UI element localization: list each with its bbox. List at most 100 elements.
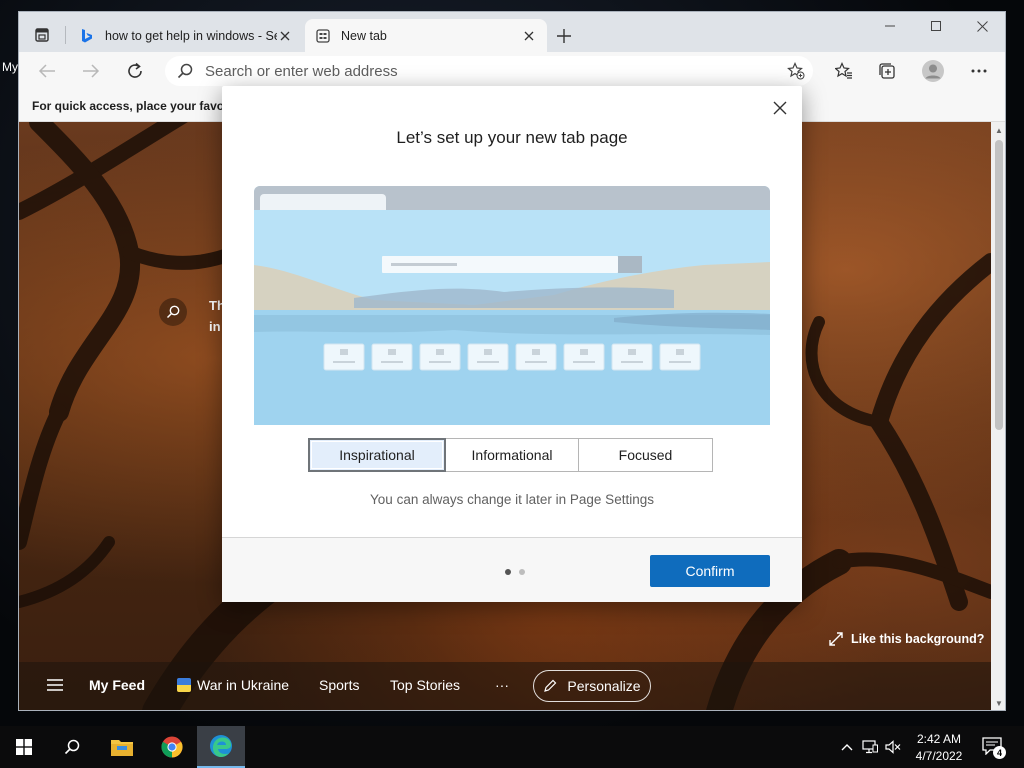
address-bar[interactable]	[165, 56, 813, 86]
address-input[interactable]	[205, 62, 779, 80]
system-clock[interactable]: 2:42 AM 4/7/2022	[910, 731, 968, 765]
search-icon	[64, 739, 80, 755]
hamburger-icon	[47, 679, 63, 691]
pencil-icon	[544, 679, 557, 692]
back-arrow-icon	[38, 64, 55, 78]
maximize-icon	[931, 21, 941, 31]
tab-actions-icon	[35, 28, 49, 42]
taskbar: 2:42 AM 4/7/2022 4	[0, 726, 1024, 768]
tab-label: War in Ukraine	[197, 677, 290, 693]
folder-icon	[111, 740, 133, 756]
refresh-icon	[128, 62, 142, 78]
option-informational[interactable]: Informational	[446, 438, 579, 472]
page-scrollbar[interactable]: ▲ ▼	[991, 122, 1005, 710]
confirm-button[interactable]: Confirm	[650, 555, 770, 587]
network-button[interactable]	[861, 738, 879, 756]
clock-time: 2:42 AM	[916, 732, 962, 746]
page-dot-active	[505, 569, 511, 575]
desktop-icon-label[interactable]: My	[2, 60, 18, 74]
tab-strip: how to get help in windows - Se New tab	[19, 12, 1005, 52]
close-icon	[976, 20, 988, 32]
minimize-button[interactable]	[867, 12, 913, 40]
notification-count-badge: 4	[993, 746, 1006, 759]
tab-bing-search[interactable]: how to get help in windows - Se	[69, 19, 303, 52]
network-icon	[862, 740, 878, 754]
search-icon	[165, 63, 205, 79]
tab-my-feed[interactable]: My Feed	[89, 677, 145, 693]
forward-arrow-icon	[83, 64, 100, 78]
expand-arrows-icon	[829, 632, 843, 646]
setup-new-tab-dialog: Let’s set up your new tab page Inspirati…	[222, 86, 802, 602]
search-icon[interactable]	[159, 298, 187, 326]
close-tab-icon[interactable]	[521, 28, 537, 44]
hamburger-menu-button[interactable]	[47, 679, 63, 691]
maximize-button[interactable]	[913, 12, 959, 40]
new-tab-button[interactable]	[552, 24, 576, 48]
forward-button[interactable]	[78, 59, 104, 83]
close-icon	[773, 101, 787, 115]
tab-war-in-ukraine[interactable]: War in Ukraine	[177, 677, 289, 693]
windows-logo-icon	[16, 739, 32, 755]
page-dot	[519, 569, 525, 575]
layout-style-selector: Inspirational Informational Focused	[308, 438, 713, 472]
dialog-title: Let’s set up your new tab page	[396, 128, 628, 147]
like-background-link[interactable]: Like this background?	[829, 632, 984, 646]
ukraine-flag-icon	[177, 678, 191, 692]
edge-icon	[210, 735, 232, 757]
dialog-hint: You can always change it later in Page S…	[370, 492, 654, 507]
page-indicator	[505, 569, 533, 575]
back-button[interactable]	[34, 59, 60, 83]
tab-top-stories[interactable]: Top Stories	[390, 677, 460, 693]
more-dots-icon	[971, 69, 987, 73]
scrollbar-thumb[interactable]	[995, 140, 1003, 430]
option-focused[interactable]: Focused	[579, 438, 713, 472]
volume-button[interactable]	[884, 738, 902, 756]
taskbar-file-explorer[interactable]	[98, 726, 146, 768]
tab-actions-button[interactable]	[29, 22, 55, 48]
volume-muted-icon	[885, 740, 901, 754]
preview-tabbar	[254, 186, 770, 212]
plus-icon	[557, 29, 571, 43]
taskbar-chrome[interactable]	[148, 726, 196, 768]
close-window-button[interactable]	[959, 12, 1005, 40]
chevron-up-icon	[841, 744, 853, 751]
favorites-icon	[835, 62, 852, 79]
taskbar-edge[interactable]	[197, 726, 245, 768]
collections-button[interactable]	[874, 59, 900, 83]
minimize-icon	[885, 25, 895, 27]
feed-navigation-bar: My Feed War in Ukraine Sports Top Storie…	[19, 662, 991, 710]
start-button[interactable]	[0, 726, 48, 768]
collections-icon	[879, 63, 895, 79]
bing-icon	[79, 28, 95, 44]
newtab-icon	[315, 28, 331, 44]
more-feed-button[interactable]: ···	[495, 677, 509, 693]
notification-center-button[interactable]: 4	[982, 737, 1006, 759]
close-tab-icon[interactable]	[277, 28, 293, 44]
taskbar-search-button[interactable]	[48, 726, 96, 768]
personalize-label: Personalize	[567, 678, 641, 694]
settings-and-more-button[interactable]	[966, 59, 992, 83]
scroll-down-arrow-icon[interactable]: ▼	[995, 699, 1003, 708]
tab-title: how to get help in windows - Se	[105, 28, 277, 43]
option-inspirational[interactable]: Inspirational	[308, 438, 446, 472]
preview-landscape	[254, 210, 770, 425]
dialog-footer: Confirm	[222, 538, 802, 602]
like-background-label: Like this background?	[851, 632, 985, 646]
personalize-button[interactable]: Personalize	[533, 670, 651, 702]
tab-new-tab[interactable]: New tab	[305, 19, 547, 52]
show-hidden-icons-button[interactable]	[838, 738, 856, 756]
refresh-button[interactable]	[122, 59, 148, 83]
add-favorite-icon[interactable]	[779, 62, 813, 80]
tab-sports[interactable]: Sports	[319, 677, 359, 693]
browser-toolbar	[19, 52, 1005, 90]
scroll-up-arrow-icon[interactable]: ▲	[995, 126, 1003, 135]
tab-title: New tab	[341, 28, 387, 43]
favorites-bar-message: For quick access, place your favorit	[32, 99, 237, 113]
clock-date: 4/7/2022	[915, 749, 963, 763]
favorites-button[interactable]	[831, 59, 857, 83]
tab-separator	[65, 26, 66, 44]
layout-preview-image	[254, 186, 770, 425]
profile-button[interactable]	[920, 59, 946, 83]
close-dialog-button[interactable]	[770, 98, 790, 118]
chrome-icon	[161, 736, 183, 758]
